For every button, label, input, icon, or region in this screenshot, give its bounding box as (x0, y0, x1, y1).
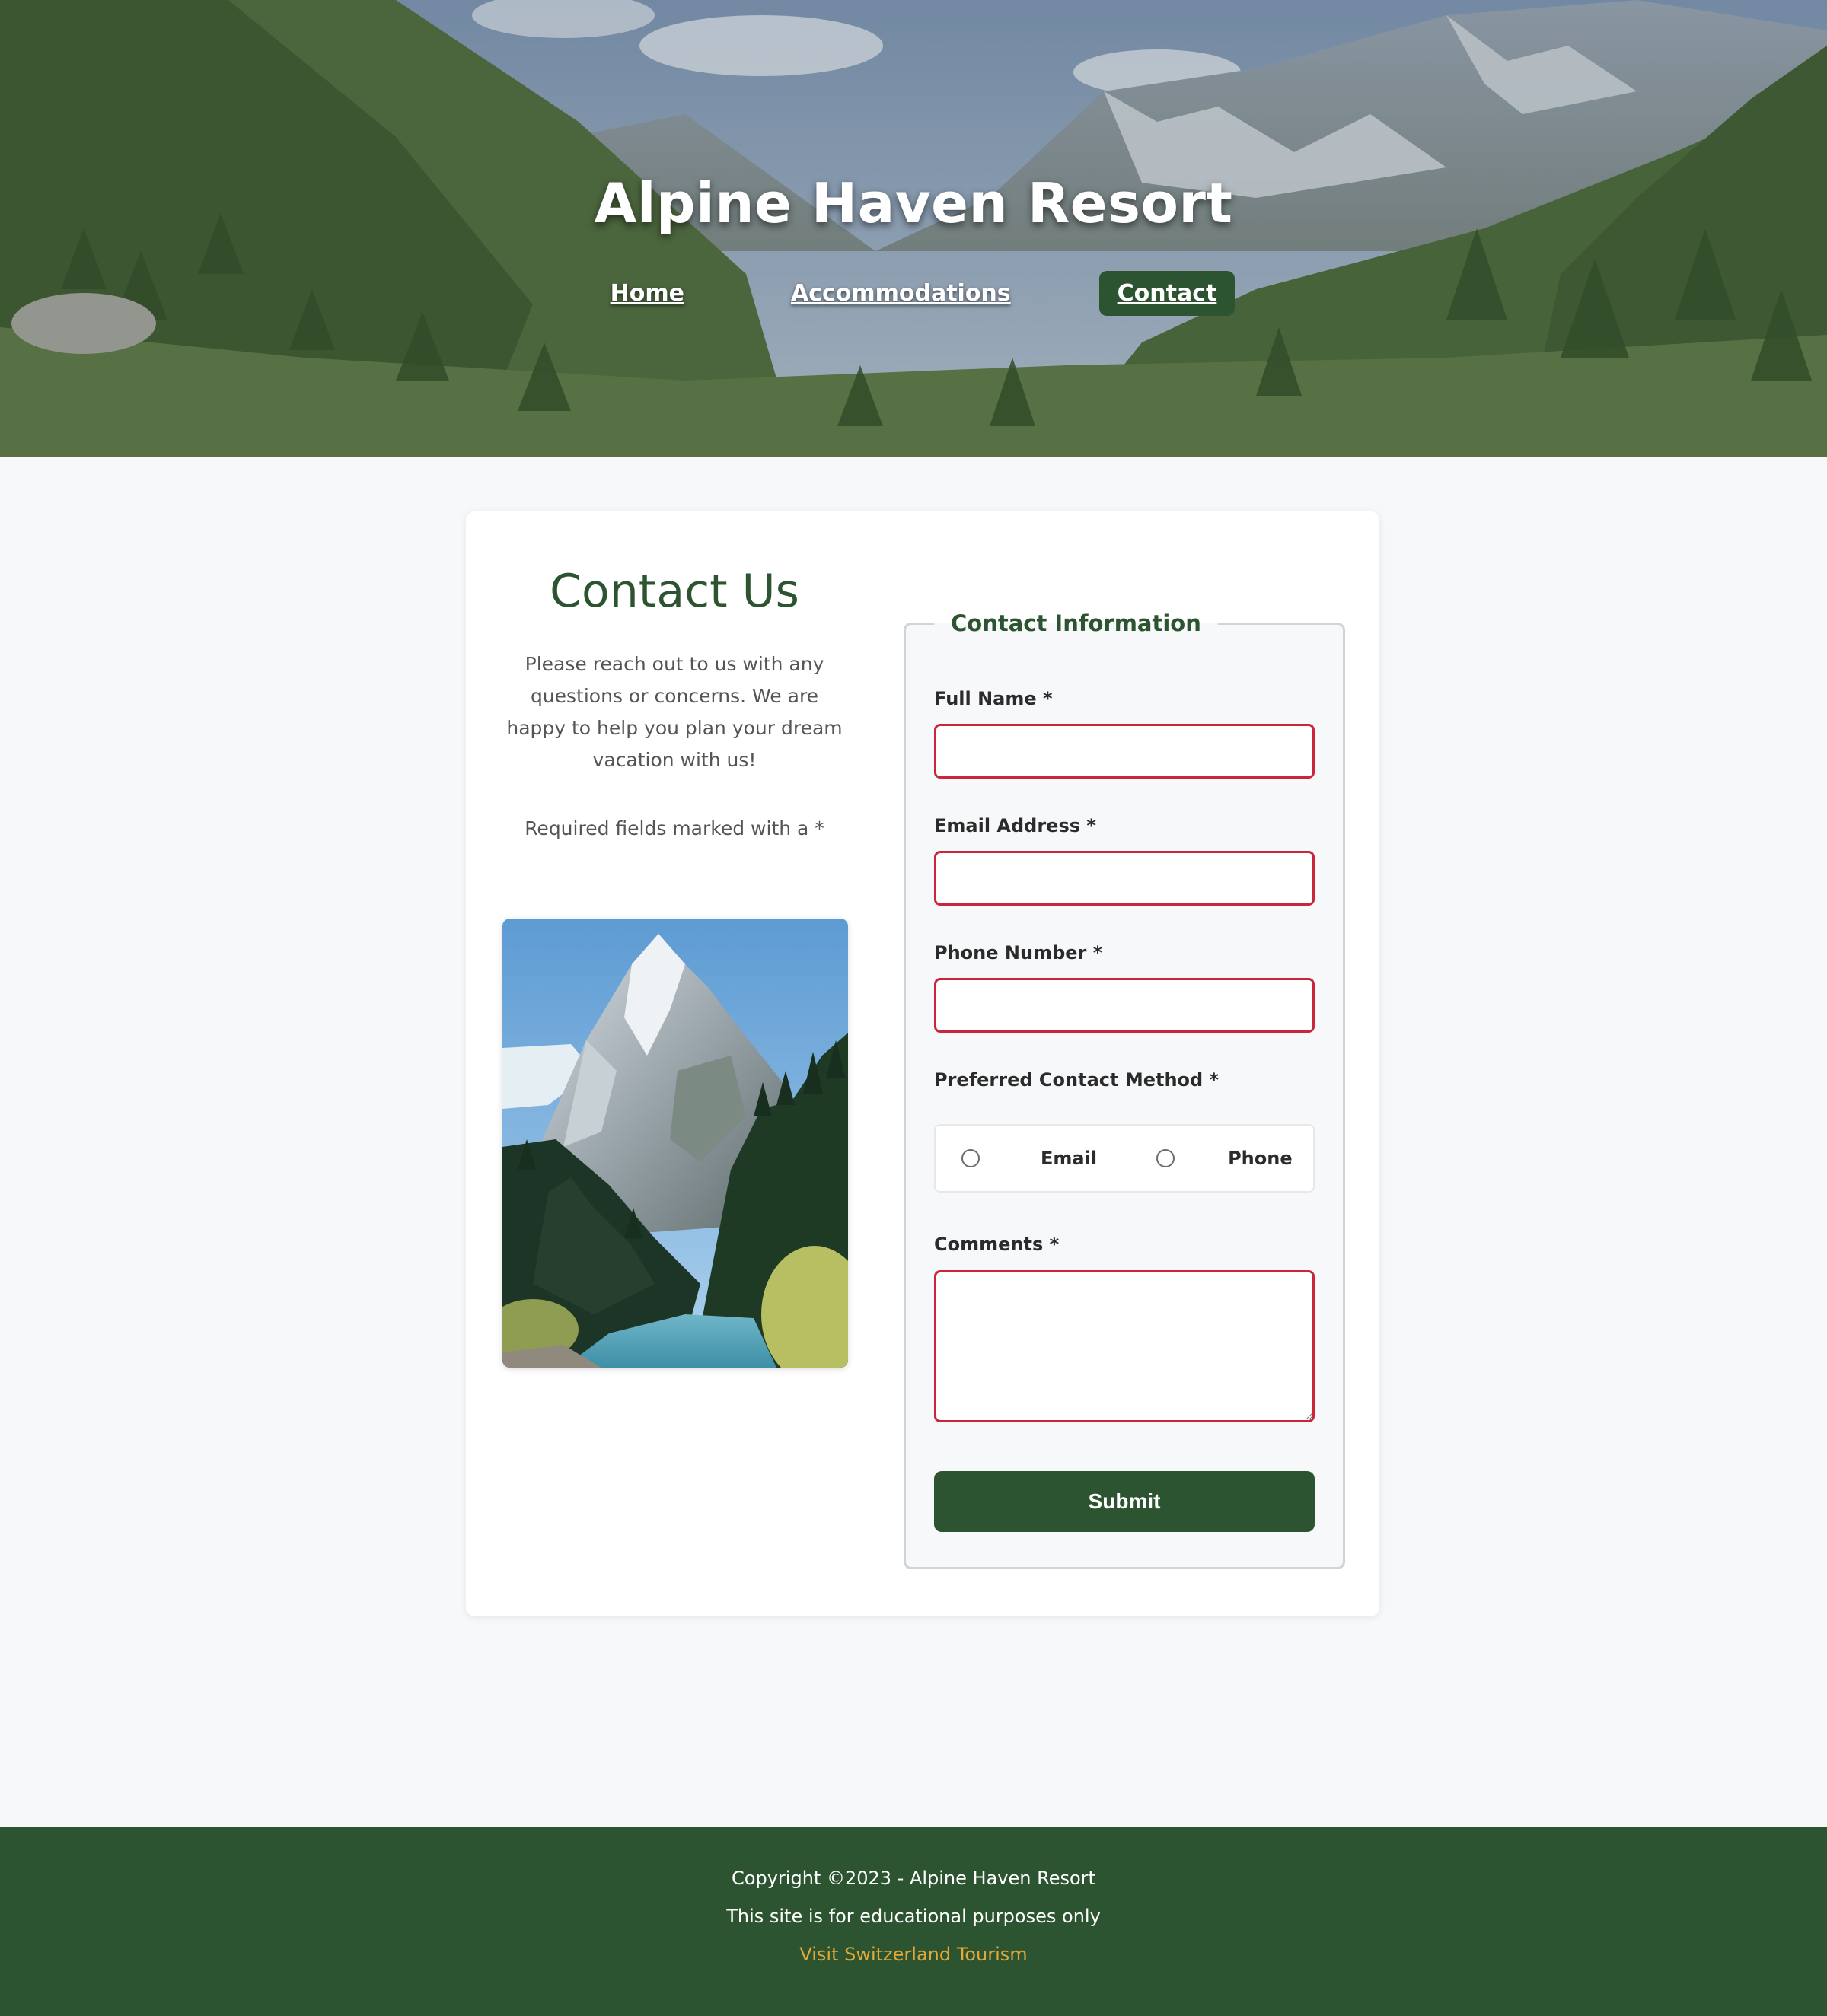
footer-copyright: Copyright ©2023 - Alpine Haven Resort (732, 1868, 1095, 1889)
nav-contact[interactable]: Contact (1098, 271, 1236, 316)
contact-form: Contact Information Full Name * Email Ad… (904, 610, 1345, 1569)
nav-accommodations[interactable]: Accommodations (773, 271, 1029, 316)
contact-method-group: Email Phone (934, 1124, 1315, 1193)
intro-description: Please reach out to us with any question… (506, 653, 843, 771)
radio-email-label[interactable]: Email (1041, 1148, 1097, 1169)
page-heading: Contact Us (550, 565, 799, 618)
contact-intro: Contact Us Please reach out to us with a… (501, 565, 848, 845)
required-note: Required fields marked with a * (525, 817, 824, 839)
form-legend: Contact Information (951, 610, 1201, 636)
contact-method-label: Preferred Contact Method * (934, 1069, 1220, 1091)
mountain-photo (502, 919, 848, 1368)
contact-card: Contact Us Please reach out to us with a… (466, 511, 1379, 1616)
radio-phone[interactable] (1156, 1149, 1175, 1167)
phone-input[interactable] (934, 978, 1315, 1033)
hero-banner: Alpine Haven Resort Home Accommodations … (0, 0, 1827, 457)
radio-email[interactable] (961, 1149, 980, 1167)
footer-disclaimer: This site is for educational purposes on… (726, 1906, 1101, 1927)
email-input[interactable] (934, 851, 1315, 906)
mountain-river-image (502, 919, 848, 1368)
site-footer: Copyright ©2023 - Alpine Haven Resort Th… (0, 1827, 1827, 2016)
full-name-input[interactable] (934, 724, 1315, 779)
site-title: Alpine Haven Resort (594, 171, 1233, 235)
phone-label: Phone Number * (934, 942, 1103, 963)
submit-button[interactable]: Submit (934, 1471, 1315, 1532)
email-label: Email Address * (934, 815, 1096, 836)
full-name-label: Full Name * (934, 688, 1053, 709)
comments-textarea[interactable] (934, 1270, 1315, 1422)
switzerland-tourism-link[interactable]: Visit Switzerland Tourism (799, 1944, 1027, 1965)
radio-phone-label[interactable]: Phone (1228, 1148, 1293, 1169)
main-nav: Home Accommodations Contact (0, 271, 1827, 316)
comments-label: Comments * (934, 1234, 1060, 1255)
nav-home[interactable]: Home (592, 271, 703, 316)
